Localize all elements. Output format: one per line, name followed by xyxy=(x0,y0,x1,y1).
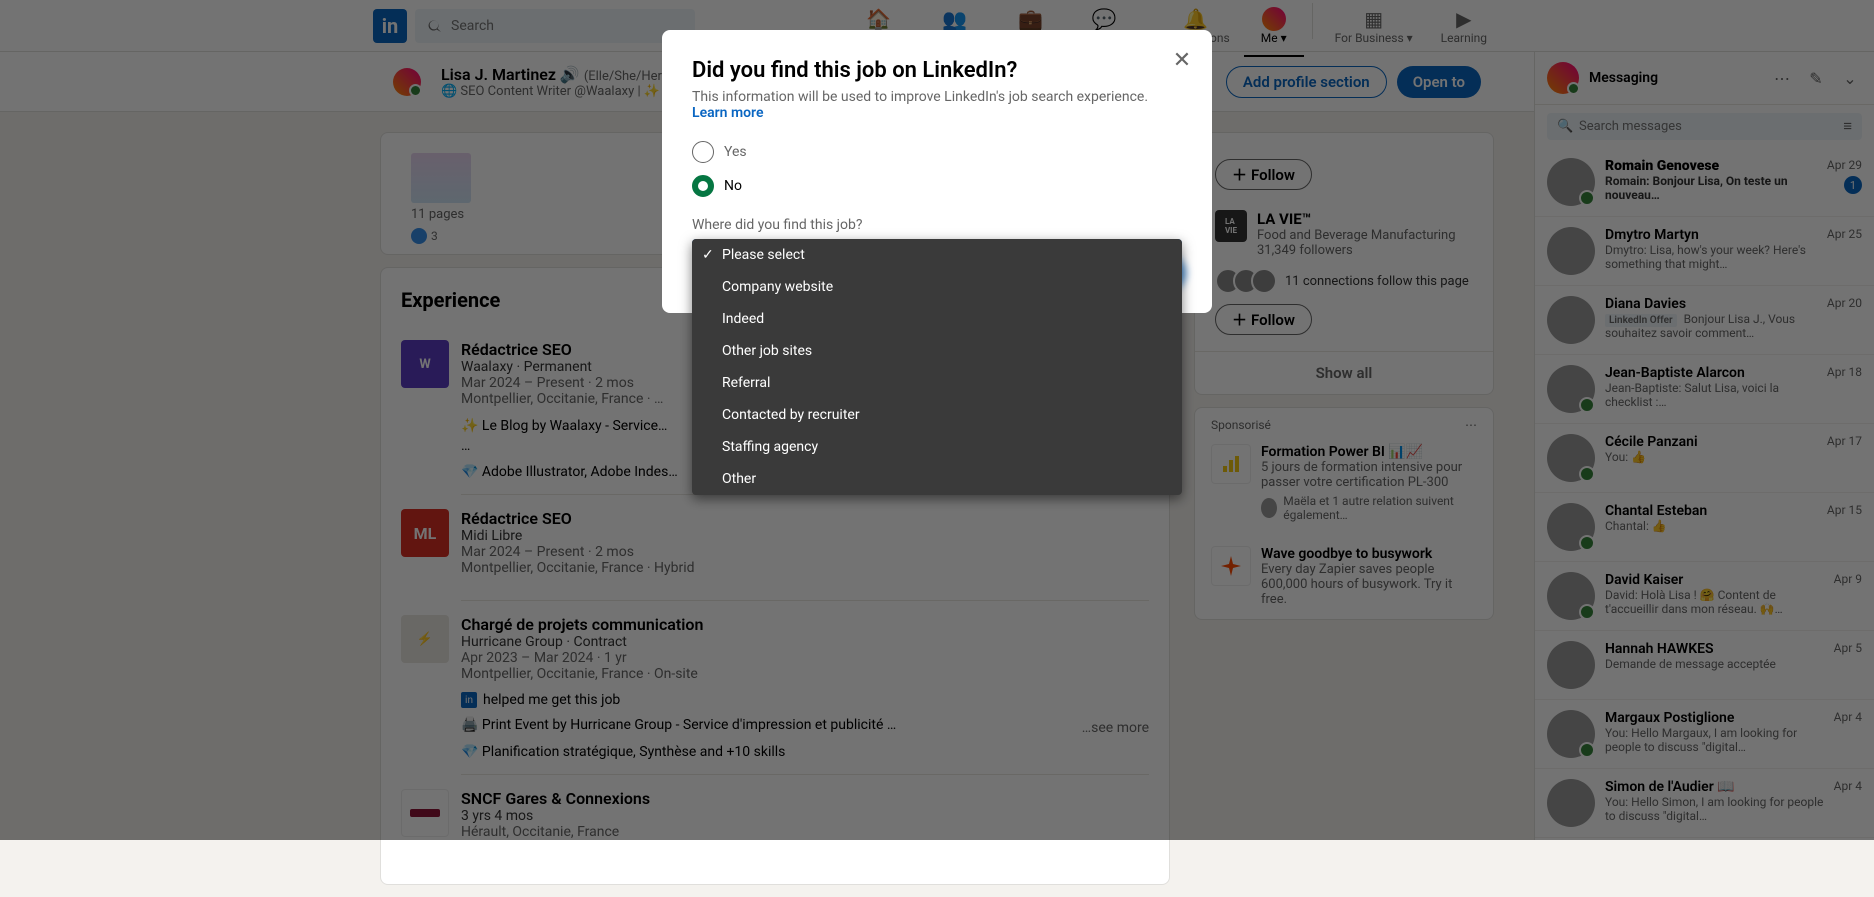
radio-option-yes[interactable]: Yes xyxy=(692,141,1182,163)
close-button[interactable]: ✕ xyxy=(1166,44,1198,76)
radio-icon-checked xyxy=(692,175,714,197)
radio-icon xyxy=(692,141,714,163)
dropdown-option[interactable]: Other xyxy=(692,463,1182,495)
modal-subtitle: This information will be used to improve… xyxy=(692,89,1182,121)
dropdown-option[interactable]: Referral xyxy=(692,367,1182,399)
modal-sub-text: This information will be used to improve… xyxy=(692,89,1148,105)
dropdown-option[interactable]: Other job sites xyxy=(692,335,1182,367)
dropdown-menu: Please selectCompany websiteIndeedOther … xyxy=(692,239,1182,495)
dropdown-option[interactable]: Indeed xyxy=(692,303,1182,335)
dropdown-option[interactable]: Contacted by recruiter xyxy=(692,399,1182,431)
learn-more-link[interactable]: Learn more xyxy=(692,105,763,121)
radio-option-no[interactable]: No xyxy=(692,175,1182,197)
modal-overlay[interactable]: ✕ Did you find this job on LinkedIn? Thi… xyxy=(0,0,1874,840)
dropdown-option[interactable]: Please select xyxy=(692,239,1182,271)
dropdown-wrapper: Please selectCompany websiteIndeedOther … xyxy=(692,239,1182,273)
close-icon: ✕ xyxy=(1173,48,1191,73)
question-label: Where did you find this job? xyxy=(692,217,1182,233)
radio-label: Yes xyxy=(724,144,747,160)
radio-label: No xyxy=(724,178,742,194)
modal-title: Did you find this job on LinkedIn? xyxy=(692,58,1182,83)
dropdown-option[interactable]: Staffing agency xyxy=(692,431,1182,463)
dropdown-option[interactable]: Company website xyxy=(692,271,1182,303)
job-found-modal: ✕ Did you find this job on LinkedIn? Thi… xyxy=(662,30,1212,313)
